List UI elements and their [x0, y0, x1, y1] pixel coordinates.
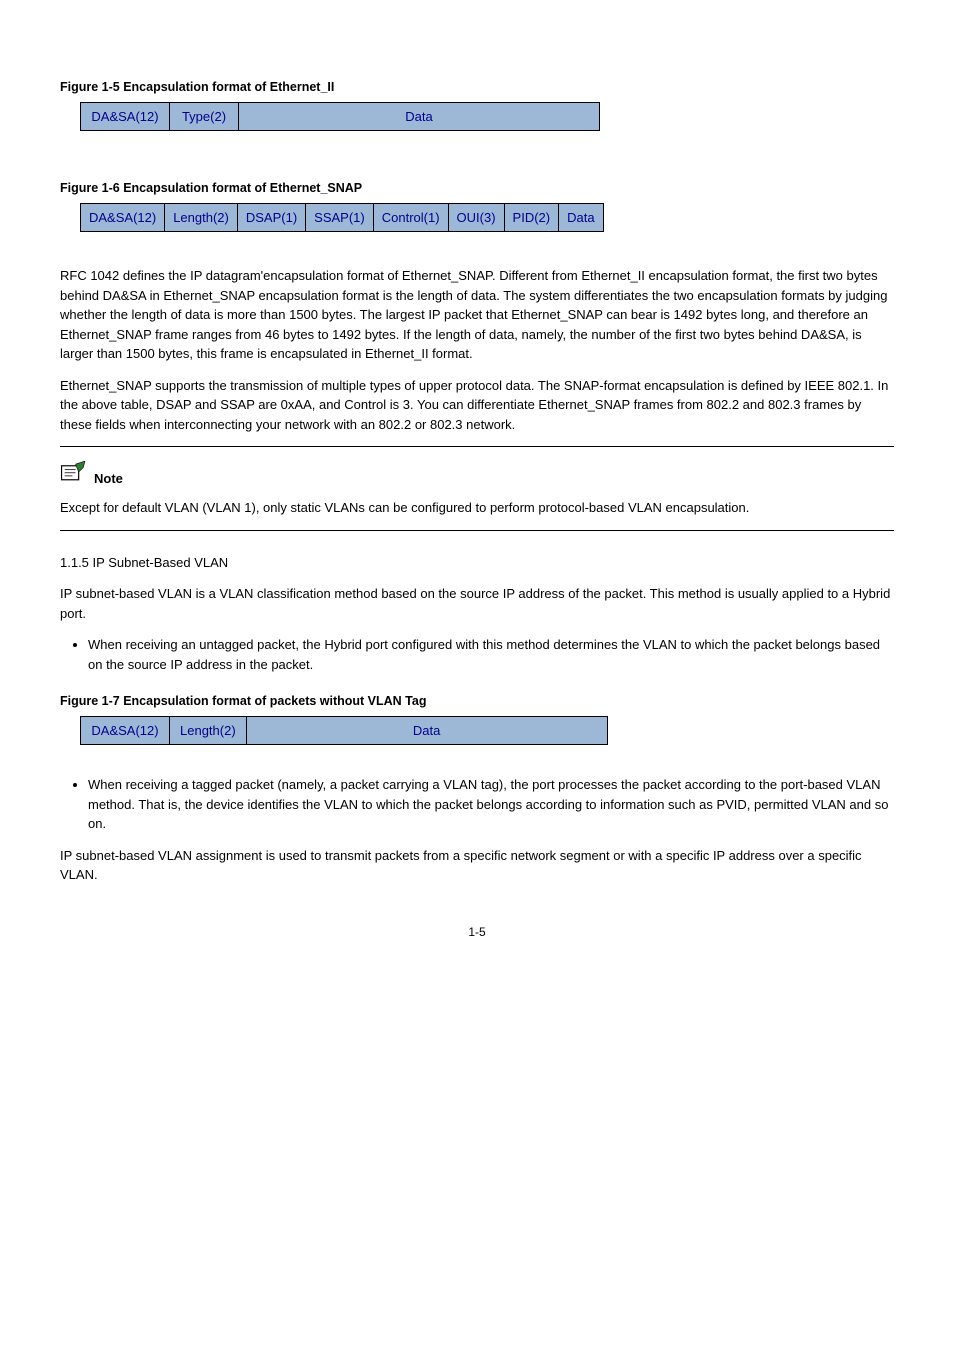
note-block: Note Except for default VLAN (VLAN 1), o…: [60, 446, 894, 531]
page-number: 1-5: [60, 925, 894, 939]
frame-cell: Length(2): [165, 204, 238, 232]
section-title-text: IP Subnet-Based VLAN: [93, 555, 229, 570]
frame-cell: Type(2): [170, 103, 239, 131]
frame-cell: Data: [246, 717, 607, 745]
frame-cell: Data: [239, 103, 600, 131]
section-number: 1.1.5: [60, 555, 93, 570]
frame-cell: PID(2): [504, 204, 559, 232]
bullet-list: When receiving a tagged packet (namely, …: [60, 775, 894, 834]
list-item: When receiving an untagged packet, the H…: [88, 635, 894, 674]
list-item: When receiving a tagged packet (namely, …: [88, 775, 894, 834]
figure-1-5-diagram: DA&SA(12) Type(2) Data: [80, 102, 600, 131]
section-heading: 1.1.5 IP Subnet-Based VLAN: [60, 553, 894, 573]
body-paragraph: IP subnet-based VLAN assignment is used …: [60, 846, 894, 885]
frame-cell: Length(2): [170, 717, 247, 745]
body-paragraph: RFC 1042 defines the IP datagram'encapsu…: [60, 266, 894, 364]
frame-cell: Control(1): [373, 204, 448, 232]
figure-caption-3: Figure 1-7 Encapsulation format of packe…: [60, 694, 894, 708]
figure-1-6-diagram: DA&SA(12) Length(2) DSAP(1) SSAP(1) Cont…: [80, 203, 604, 232]
frame-cell: SSAP(1): [306, 204, 374, 232]
note-label: Note: [94, 471, 123, 486]
note-icon: [60, 461, 88, 486]
figure-1-7-diagram: DA&SA(12) Length(2) Data: [80, 716, 608, 745]
note-text: Except for default VLAN (VLAN 1), only s…: [60, 498, 894, 518]
divider: [60, 446, 894, 447]
frame-cell: DSAP(1): [237, 204, 305, 232]
frame-cell: DA&SA(12): [81, 204, 165, 232]
body-paragraph: IP subnet-based VLAN is a VLAN classific…: [60, 584, 894, 623]
divider: [60, 530, 894, 531]
figure-caption-2: Figure 1-6 Encapsulation format of Ether…: [60, 181, 894, 195]
figure-caption-1: Figure 1-5 Encapsulation format of Ether…: [60, 80, 894, 94]
frame-cell: DA&SA(12): [81, 717, 170, 745]
frame-cell: DA&SA(12): [81, 103, 170, 131]
bullet-list: When receiving an untagged packet, the H…: [60, 635, 894, 674]
frame-cell: OUI(3): [448, 204, 504, 232]
body-paragraph: Ethernet_SNAP supports the transmission …: [60, 376, 894, 435]
frame-cell: Data: [559, 204, 603, 232]
